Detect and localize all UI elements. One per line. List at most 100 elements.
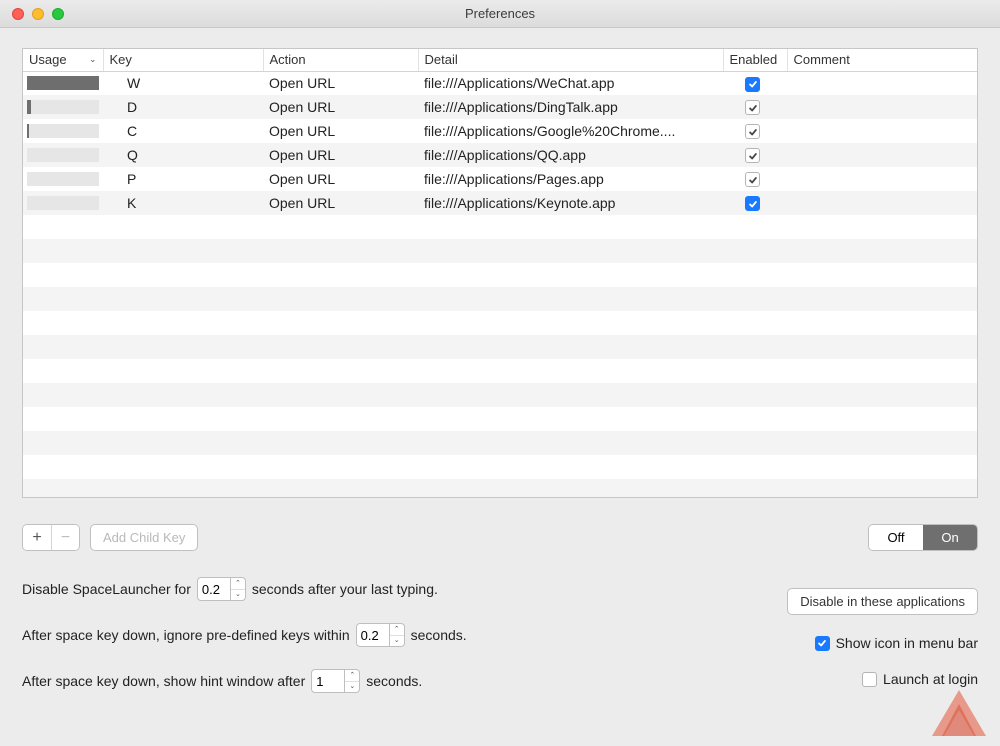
add-button[interactable]: +: [23, 525, 51, 550]
table-header-row: Usage ⌄ Key Action Detail Enabled Commen…: [23, 49, 977, 71]
table-row[interactable]: POpen URLfile:///Applications/Pages.app: [23, 167, 977, 191]
action-cell: Open URL: [263, 191, 418, 215]
show-icon-label: Show icon in menu bar: [836, 635, 978, 651]
detail-cell: file:///Applications/QQ.app: [418, 143, 723, 167]
zoom-icon[interactable]: [52, 8, 64, 20]
detail-cell: file:///Applications/WeChat.app: [418, 71, 723, 95]
close-icon[interactable]: [12, 8, 24, 20]
usage-bar: [27, 124, 99, 138]
show-icon-row[interactable]: Show icon in menu bar: [815, 635, 978, 651]
table-row: [23, 455, 977, 479]
add-child-key-button[interactable]: Add Child Key: [90, 524, 198, 551]
show-icon-checkbox[interactable]: [815, 636, 830, 651]
table-row[interactable]: WOpen URLfile:///Applications/WeChat.app: [23, 71, 977, 95]
table-row: [23, 215, 977, 239]
titlebar: Preferences: [0, 0, 1000, 28]
table-row[interactable]: QOpen URLfile:///Applications/QQ.app: [23, 143, 977, 167]
enabled-checkbox[interactable]: [745, 124, 760, 139]
table-row: [23, 407, 977, 431]
enabled-checkbox[interactable]: [745, 77, 760, 92]
enabled-checkbox[interactable]: [745, 196, 760, 211]
table-actions-row: + − Add Child Key Off On: [22, 524, 978, 551]
minimize-icon[interactable]: [32, 8, 44, 20]
column-comment[interactable]: Comment: [787, 49, 977, 71]
disable-seconds-stepper[interactable]: ⌃⌄: [197, 577, 246, 601]
table-row: [23, 479, 977, 498]
table-row: [23, 263, 977, 287]
detail-cell: file:///Applications/Google%20Chrome....: [418, 119, 723, 143]
ignore-seconds-stepper[interactable]: ⌃⌄: [356, 623, 405, 647]
preferences-window: Preferences Usage ⌄ Key: [0, 0, 1000, 746]
key-cell: Q: [103, 143, 263, 167]
chevron-down-icon[interactable]: ⌄: [231, 589, 245, 601]
app-logo-icon: [932, 690, 986, 736]
launch-login-checkbox[interactable]: [862, 672, 877, 687]
enabled-cell: [723, 119, 787, 143]
stepper-arrows[interactable]: ⌃⌄: [390, 623, 405, 647]
disable-in-apps-button[interactable]: Disable in these applications: [787, 588, 978, 615]
toggle-on[interactable]: On: [923, 525, 977, 550]
usage-cell: [23, 167, 103, 191]
shortcuts-table-container: Usage ⌄ Key Action Detail Enabled Commen…: [22, 48, 978, 498]
hint-seconds-input[interactable]: [311, 669, 345, 693]
detail-cell: file:///Applications/DingTalk.app: [418, 95, 723, 119]
chevron-up-icon[interactable]: ⌃: [231, 578, 245, 589]
right-column: Disable in these applications Show icon …: [787, 588, 978, 687]
usage-bar: [27, 196, 99, 210]
shortcuts-table: Usage ⌄ Key Action Detail Enabled Commen…: [23, 49, 977, 498]
chevron-down-icon[interactable]: ⌄: [345, 681, 359, 693]
key-cell: D: [103, 95, 263, 119]
sort-desc-icon: ⌄: [89, 54, 97, 65]
detail-cell: file:///Applications/Pages.app: [418, 167, 723, 191]
usage-bar: [27, 172, 99, 186]
column-enabled[interactable]: Enabled: [723, 49, 787, 71]
column-detail[interactable]: Detail: [418, 49, 723, 71]
enabled-checkbox[interactable]: [745, 100, 760, 115]
action-cell: Open URL: [263, 71, 418, 95]
enabled-checkbox[interactable]: [745, 172, 760, 187]
comment-cell: [787, 191, 977, 215]
usage-bar: [27, 148, 99, 162]
launch-login-label: Launch at login: [883, 671, 978, 687]
on-off-toggle[interactable]: Off On: [868, 524, 978, 551]
column-action[interactable]: Action: [263, 49, 418, 71]
enabled-checkbox[interactable]: [745, 148, 760, 163]
stepper-arrows[interactable]: ⌃⌄: [345, 669, 360, 693]
chevron-down-icon[interactable]: ⌄: [390, 635, 404, 647]
comment-cell: [787, 95, 977, 119]
label: After space key down, ignore pre-defined…: [22, 627, 350, 643]
column-usage-label: Usage: [29, 52, 67, 67]
hint-seconds-stepper[interactable]: ⌃⌄: [311, 669, 360, 693]
table-row: [23, 239, 977, 263]
usage-cell: [23, 191, 103, 215]
disable-seconds-input[interactable]: [197, 577, 231, 601]
table-row[interactable]: DOpen URLfile:///Applications/DingTalk.a…: [23, 95, 977, 119]
usage-bar: [27, 100, 99, 114]
remove-button[interactable]: −: [51, 525, 79, 550]
chevron-up-icon[interactable]: ⌃: [390, 624, 404, 635]
table-row: [23, 383, 977, 407]
table-body: WOpen URLfile:///Applications/WeChat.app…: [23, 71, 977, 498]
action-cell: Open URL: [263, 167, 418, 191]
table-row[interactable]: COpen URLfile:///Applications/Google%20C…: [23, 119, 977, 143]
content-area: Usage ⌄ Key Action Detail Enabled Commen…: [0, 28, 1000, 746]
toggle-off[interactable]: Off: [869, 525, 923, 550]
table-row: [23, 287, 977, 311]
enabled-cell: [723, 143, 787, 167]
label: After space key down, show hint window a…: [22, 673, 305, 689]
column-usage[interactable]: Usage ⌄: [23, 49, 103, 71]
add-remove-segment: + −: [22, 524, 80, 551]
label: seconds.: [366, 673, 422, 689]
launch-login-row[interactable]: Launch at login: [862, 671, 978, 687]
ignore-seconds-input[interactable]: [356, 623, 390, 647]
chevron-up-icon[interactable]: ⌃: [345, 670, 359, 681]
comment-cell: [787, 143, 977, 167]
table-row[interactable]: KOpen URLfile:///Applications/Keynote.ap…: [23, 191, 977, 215]
column-key[interactable]: Key: [103, 49, 263, 71]
enabled-cell: [723, 95, 787, 119]
label: seconds after your last typing.: [252, 581, 438, 597]
stepper-arrows[interactable]: ⌃⌄: [231, 577, 246, 601]
action-cell: Open URL: [263, 95, 418, 119]
table-row: [23, 431, 977, 455]
usage-cell: [23, 119, 103, 143]
